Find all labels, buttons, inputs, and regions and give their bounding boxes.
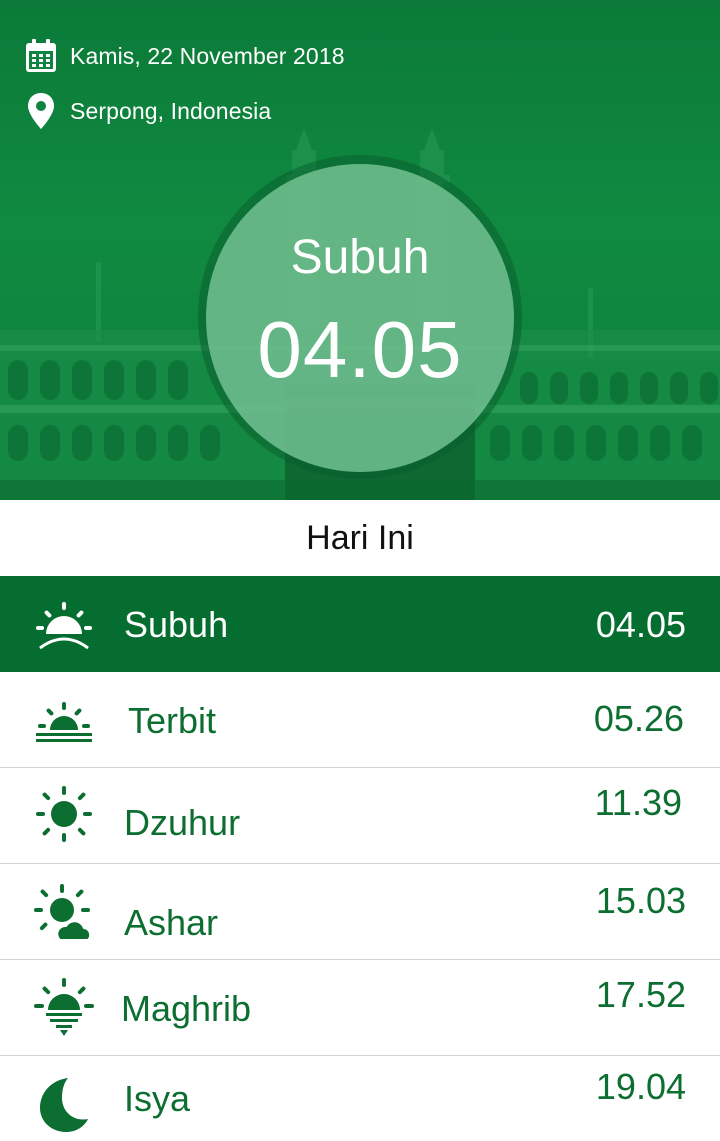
location-row: Serpong, Indonesia [24, 91, 271, 131]
hero-header: Kamis, 22 November 2018 Serpong, Indones… [0, 0, 720, 500]
prayer-time: 15.03 [595, 880, 686, 921]
prayer-time: 05.26 [593, 698, 684, 739]
sun-horizon-icon [36, 702, 92, 742]
location-text: Serpong, Indonesia [70, 97, 272, 124]
today-label: Hari Ini [306, 518, 414, 557]
prayer-name: Isya [124, 1078, 191, 1119]
date-text: Kamis, 22 November 2018 [70, 42, 345, 69]
prayer-row-terbit[interactable]: Terbit 05.26 [0, 672, 720, 768]
prayer-row-isya[interactable]: Isya 19.04 [0, 1056, 720, 1141]
sunrise-icon [36, 602, 92, 650]
sun-cloud-icon [34, 884, 92, 941]
prayer-name: Dzuhur [124, 802, 241, 843]
current-prayer-circle: Subuh 04.05 [206, 164, 514, 472]
current-prayer-name: Subuh [290, 231, 430, 284]
sunset-icon [34, 978, 94, 1036]
date-row: Kamis, 22 November 2018 [24, 36, 345, 76]
prayer-row-ashar[interactable]: Ashar 15.03 [0, 864, 720, 960]
map-pin-icon [24, 92, 58, 130]
prayer-name: Maghrib [121, 988, 252, 1029]
calendar-icon [24, 37, 58, 75]
prayer-row-subuh[interactable]: Subuh 04.05 [0, 576, 720, 672]
prayer-time: 19.04 [595, 1066, 686, 1107]
prayer-name: Subuh [124, 604, 229, 645]
sun-icon [36, 786, 92, 842]
prayer-time: 17.52 [595, 974, 686, 1015]
prayer-time: 04.05 [595, 604, 686, 645]
today-header: Hari Ini [0, 500, 720, 576]
prayer-row-dzuhur[interactable]: Dzuhur 11.39 [0, 768, 720, 864]
current-prayer-time: 04.05 [257, 305, 463, 394]
prayer-time: 11.39 [594, 782, 682, 823]
moon-icon [40, 1078, 88, 1132]
prayer-name: Terbit [128, 700, 217, 741]
prayer-row-maghrib[interactable]: Maghrib 17.52 [0, 960, 720, 1056]
prayer-name: Ashar [124, 902, 219, 943]
